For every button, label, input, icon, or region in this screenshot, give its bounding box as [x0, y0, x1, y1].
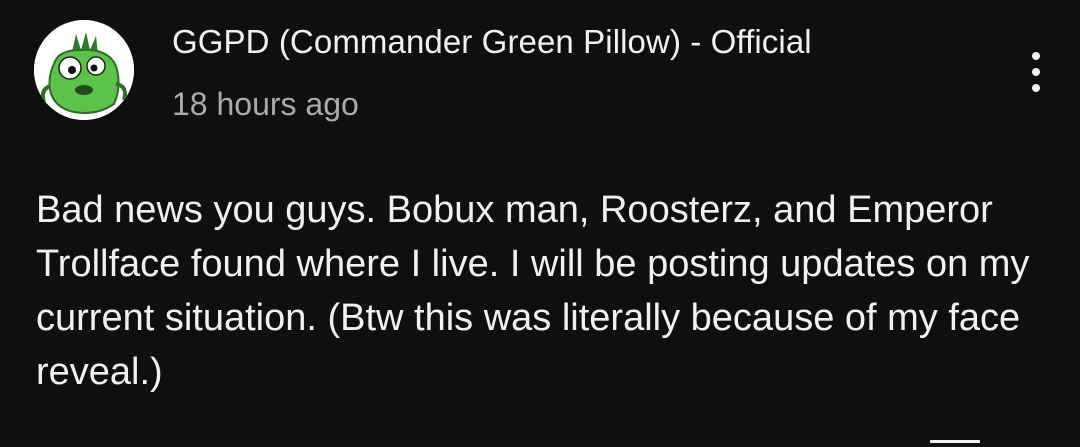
avatar[interactable]: [34, 20, 134, 120]
comment-card: GGPD (Commander Green Pillow) - Official…: [0, 0, 1080, 447]
more-options-button[interactable]: [1014, 40, 1058, 104]
more-vertical-icon: [1032, 52, 1040, 92]
comment-text: Bad news you guys. Bobux man, Roosterz, …: [36, 189, 1030, 393]
green-pillow-avatar-icon: [34, 20, 134, 120]
comment-timestamp: 18 hours ago: [172, 86, 359, 122]
next-element-edge: [930, 440, 980, 443]
comment-author[interactable]: GGPD (Commander Green Pillow) - Official: [172, 22, 812, 62]
